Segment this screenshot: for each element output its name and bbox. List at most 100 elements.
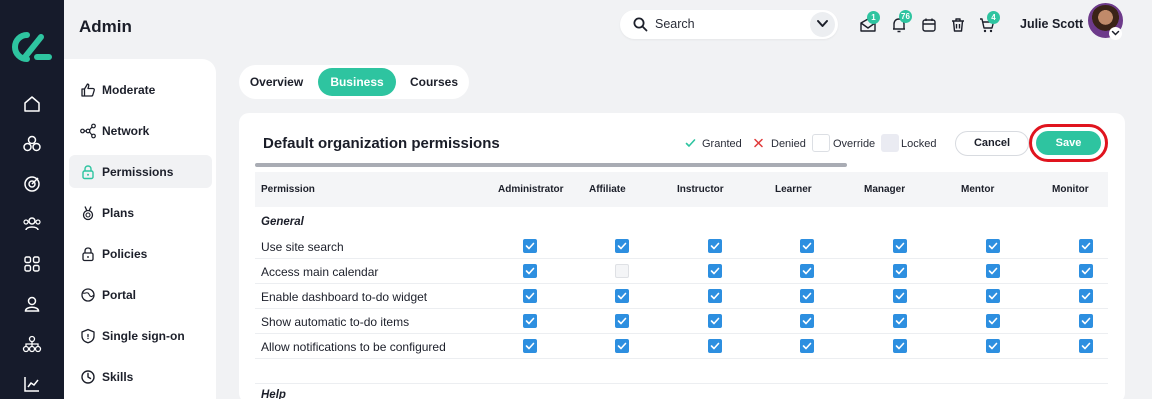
permission-checkbox-checked[interactable] (893, 339, 907, 353)
permission-checkbox-checked[interactable] (523, 264, 537, 278)
globe-icon (80, 287, 96, 303)
x-icon (754, 138, 763, 148)
sidebar-item-label: Plans (102, 206, 135, 220)
target-icon[interactable] (21, 173, 43, 195)
save-button[interactable]: Save (1036, 131, 1101, 155)
sidebar-item-skills[interactable]: Skills (69, 360, 212, 393)
table-row: Show automatic to-do items (255, 309, 1108, 334)
permission-checkbox-checked[interactable] (1079, 339, 1093, 353)
bell-icon[interactable]: 76 (890, 10, 912, 34)
permission-checkbox-checked[interactable] (1079, 239, 1093, 253)
permission-checkbox-checked[interactable] (800, 289, 814, 303)
permission-checkbox-checked[interactable] (1079, 289, 1093, 303)
permission-checkbox-checked[interactable] (523, 289, 537, 303)
search-input[interactable]: Search (655, 17, 695, 31)
tab-bar: Overview Business Courses (239, 65, 469, 99)
sidebar-item-network[interactable]: Network (69, 114, 212, 147)
legend-label: Granted (702, 138, 742, 150)
permission-checkbox-checked[interactable] (615, 314, 629, 328)
table-header: Permission Administrator Affiliate Instr… (255, 172, 1108, 207)
permission-checkbox-checked[interactable] (615, 339, 629, 353)
chart-icon[interactable] (21, 373, 43, 395)
sidebar-item-label: Single sign-on (102, 329, 185, 343)
permission-checkbox-checked[interactable] (1079, 314, 1093, 328)
tab-courses[interactable]: Courses (402, 68, 466, 96)
sidebar-item-label: Moderate (102, 83, 156, 97)
permission-checkbox-checked[interactable] (708, 289, 722, 303)
permission-checkbox-checked[interactable] (1079, 264, 1093, 278)
permission-checkbox-checked[interactable] (893, 314, 907, 328)
permission-checkbox-checked[interactable] (800, 239, 814, 253)
sidebar-item-label: Permissions (102, 165, 174, 179)
permission-checkbox-checked[interactable] (986, 314, 1000, 328)
medal-icon (80, 205, 96, 221)
permission-checkbox-checked[interactable] (893, 239, 907, 253)
sidebar-item-policies[interactable]: Policies (69, 237, 212, 270)
column-header: Learner (775, 184, 812, 195)
tab-overview[interactable]: Overview (243, 68, 310, 96)
permission-checkbox-checked[interactable] (708, 339, 722, 353)
sidebar-item-plans[interactable]: Plans (69, 196, 212, 229)
column-header: Manager (864, 184, 906, 195)
home-icon[interactable] (21, 93, 43, 115)
users-icon[interactable] (21, 213, 43, 235)
person-icon[interactable] (21, 293, 43, 315)
permission-checkbox-checked[interactable] (800, 339, 814, 353)
column-header: Instructor (677, 184, 724, 195)
cart-icon[interactable]: 4 (978, 11, 1000, 34)
horizontal-scrollbar[interactable] (255, 163, 847, 167)
user-name[interactable]: Julie Scott (1020, 17, 1083, 31)
legend-locked: Locked (881, 134, 941, 152)
app-rail (0, 0, 64, 399)
permission-checkbox-checked[interactable] (986, 339, 1000, 353)
search-box[interactable]: Search (620, 10, 838, 39)
sidebar-item-single-sign-on[interactable]: Single sign-on (69, 319, 212, 352)
bell-badge: 76 (899, 10, 912, 23)
table-row: Access main calendar (255, 259, 1108, 284)
cluster-icon[interactable] (21, 133, 43, 155)
column-header: Mentor (961, 184, 995, 195)
calendar-icon[interactable] (920, 16, 938, 34)
permissions-card: Default organization permissions Granted… (239, 113, 1125, 399)
permission-checkbox-checked[interactable] (523, 314, 537, 328)
page-title: Admin (79, 17, 132, 36)
tab-business[interactable]: Business (318, 68, 396, 96)
chevron-down-icon (817, 20, 828, 27)
hierarchy-icon[interactable] (21, 333, 43, 355)
permission-checkbox-checked[interactable] (893, 264, 907, 278)
permission-checkbox-checked[interactable] (708, 239, 722, 253)
legend-label: Locked (901, 138, 937, 150)
cancel-button[interactable]: Cancel (955, 131, 1029, 156)
permission-checkbox-checked[interactable] (800, 314, 814, 328)
permission-name: Use site search (261, 240, 344, 254)
sidebar-item-moderate[interactable]: Moderate (69, 73, 212, 106)
permission-checkbox-checked[interactable] (986, 264, 1000, 278)
grid-icon[interactable] (21, 253, 43, 275)
sidebar-item-label: Skills (102, 370, 134, 384)
permission-checkbox-checked[interactable] (615, 289, 629, 303)
trash-icon[interactable] (949, 16, 967, 34)
table-row: Allow notifications to be configured (255, 334, 1108, 359)
permission-checkbox-checked[interactable] (615, 239, 629, 253)
sidebar-item-portal[interactable]: Portal (69, 278, 212, 311)
brand-logo-icon[interactable] (11, 30, 53, 64)
settings-sidebar: Moderate Network Permissions Plans Polic… (64, 59, 216, 399)
inbox-icon[interactable]: 1 (859, 11, 880, 34)
search-dropdown-button[interactable] (810, 12, 835, 37)
column-header: Permission (261, 184, 315, 195)
permission-checkbox-unchecked[interactable] (615, 264, 629, 278)
permission-checkbox-checked[interactable] (708, 314, 722, 328)
permission-checkbox-checked[interactable] (523, 239, 537, 253)
top-bar: Admin Search 1 76 4 Julie Scott (64, 0, 1152, 55)
permission-name: Allow notifications to be configured (261, 340, 446, 354)
sidebar-item-permissions[interactable]: Permissions (69, 155, 212, 188)
permission-checkbox-checked[interactable] (986, 239, 1000, 253)
shield-icon (80, 328, 96, 344)
permission-checkbox-checked[interactable] (523, 339, 537, 353)
permission-checkbox-checked[interactable] (893, 289, 907, 303)
permission-checkbox-checked[interactable] (986, 289, 1000, 303)
permission-checkbox-checked[interactable] (800, 264, 814, 278)
chevron-down-icon[interactable] (1109, 27, 1122, 40)
permission-checkbox-checked[interactable] (708, 264, 722, 278)
check-icon (685, 139, 696, 147)
